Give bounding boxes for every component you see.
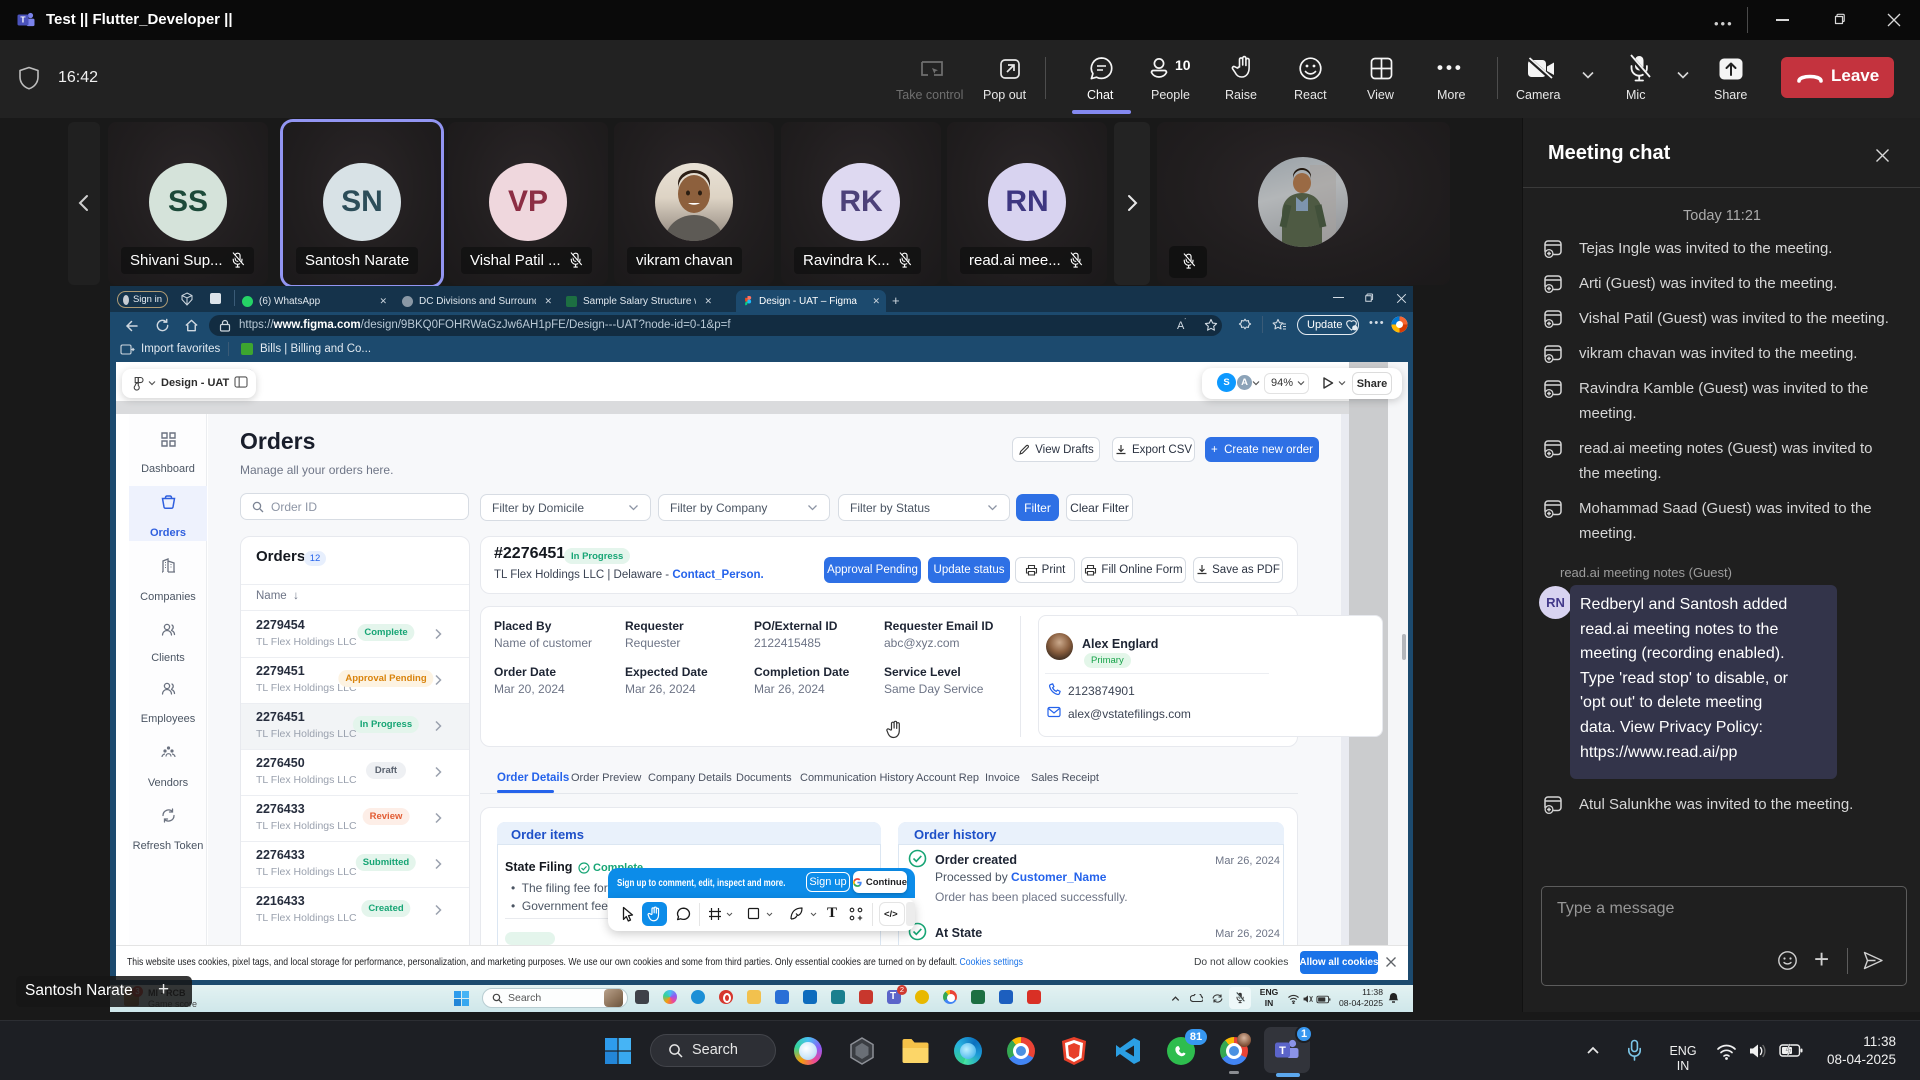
- svg-text:T: T: [20, 15, 26, 25]
- svg-text:T: T: [1279, 1045, 1286, 1057]
